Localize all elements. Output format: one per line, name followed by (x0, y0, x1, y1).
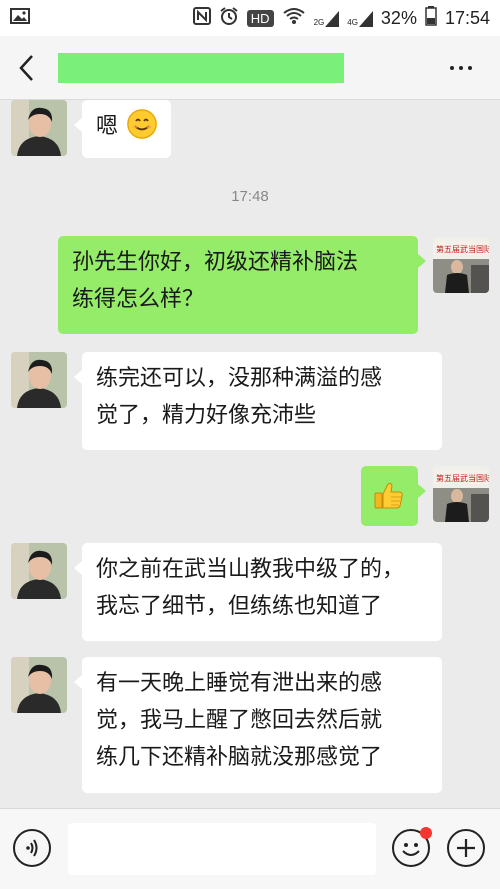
back-arrow-icon[interactable] (16, 54, 40, 82)
message-bubble-outgoing[interactable]: 孙先生你好，初级还精补脑法 练得怎么样？ (58, 236, 426, 334)
message-bubble-outgoing[interactable] (361, 466, 426, 526)
message-timestamp: 17:48 (231, 188, 269, 205)
message-bubble-incoming[interactable]: 你之前在武当山教我中级了的， 我忘了细节，但练练也知道了 (74, 543, 442, 641)
alarm-icon (219, 6, 239, 31)
thumbs-up-icon (373, 479, 406, 523)
own-avatar[interactable]: 第五届武当国际演武大 (433, 237, 489, 293)
wifi-icon (282, 6, 306, 31)
nfc-icon (192, 7, 211, 30)
contact-avatar[interactable] (11, 100, 67, 156)
message-bubble-incoming[interactable]: 嗯 (73, 100, 172, 158)
battery-icon (425, 6, 437, 31)
message-input[interactable] (68, 823, 376, 875)
own-avatar[interactable]: 第五届武当国际演武大 (433, 466, 489, 522)
avatar-banner-text: 第五届武当国际演武大 (436, 473, 489, 483)
contact-avatar[interactable] (11, 657, 67, 713)
voice-input-icon[interactable] (13, 829, 51, 867)
avatar-banner-text: 第五届武当国际演武大 (436, 244, 489, 254)
message-bubble-incoming[interactable]: 练完还可以，没那种满溢的感 觉了，精力好像充沛些 (74, 352, 442, 450)
status-bar: HD 2G 4G 32% 17:54 (0, 0, 500, 36)
battery-percent: 32% (380, 8, 417, 28)
contact-avatar[interactable] (11, 352, 67, 408)
chat-title (58, 53, 344, 83)
signal-4g-icon: 4G (347, 10, 373, 27)
hd-badge: HD (246, 10, 274, 27)
signal-2g-icon: 2G (314, 10, 340, 27)
more-options-icon[interactable] (450, 66, 472, 70)
contact-avatar[interactable] (11, 543, 67, 599)
clock-time: 17:54 (444, 8, 490, 28)
chat-header (0, 36, 500, 100)
smiling-face-icon (127, 109, 158, 139)
input-bar (0, 808, 500, 889)
gallery-notification-icon (10, 8, 30, 28)
plus-icon[interactable] (447, 829, 485, 867)
message-bubble-incoming[interactable]: 有一天晚上睡觉有泄出来的感 觉，我马上醒了憋回去然后就 练几下还精补脑就没那感觉… (74, 657, 442, 793)
new-badge-dot (420, 827, 432, 839)
